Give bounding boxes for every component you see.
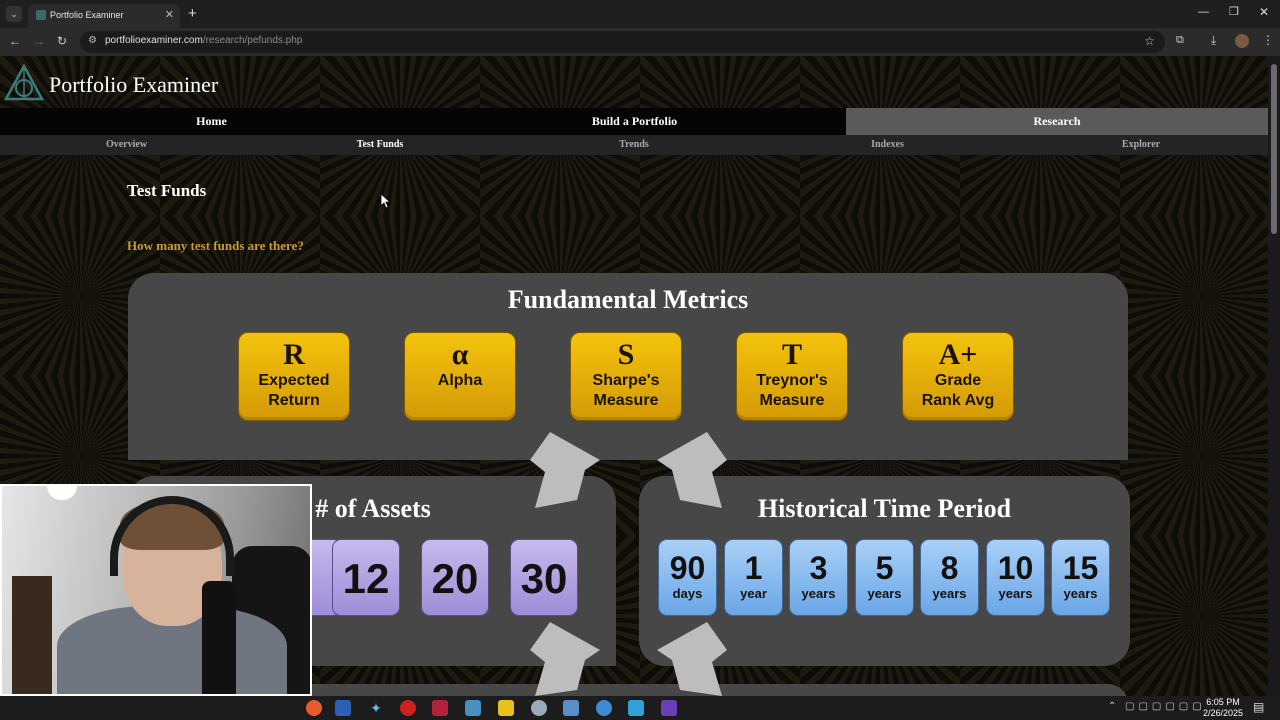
period-8-years: 8 years (920, 539, 979, 616)
arrow-down-right-2-icon (657, 622, 727, 696)
fundamental-metrics-panel: Fundamental Metrics R Expected Return α … (128, 273, 1128, 460)
browser-toolbar: ← → ↻ ⚙ portfolioexaminer.com/research/p… (0, 28, 1280, 56)
reload-icon[interactable]: ↻ (57, 34, 67, 48)
nav-research[interactable]: Research (846, 108, 1268, 135)
clock[interactable]: 6:05 PM 2/26/2025 (1200, 697, 1246, 719)
forward-icon[interactable]: → (33, 34, 45, 48)
back-icon[interactable]: ← (9, 34, 21, 48)
mouse-cursor-icon (381, 194, 391, 209)
minimize-icon[interactable]: — (1198, 6, 1209, 18)
page-scrollbar[interactable] (1268, 56, 1280, 696)
purple-app-icon[interactable] (661, 700, 677, 716)
assets-option-12: 12 (332, 539, 400, 616)
period-90-days: 90 days (658, 539, 717, 616)
browser-tab[interactable]: Portfolio Examiner ✕ (28, 4, 180, 28)
app-icon[interactable] (306, 700, 322, 716)
star-app-icon[interactable]: ✦ (368, 700, 384, 716)
assets-option-30: 30 (510, 539, 578, 616)
subnav-overview[interactable]: Overview (0, 135, 253, 155)
metric-alpha: α Alpha (404, 332, 516, 421)
metric-grade-rank: A+ Grade Rank Avg (902, 332, 1014, 421)
fundamental-metrics-title: Fundamental Metrics (507, 285, 749, 314)
sub-nav: Overview Test Funds Trends Indexes Explo… (0, 135, 1268, 155)
video-editor-icon[interactable] (432, 700, 448, 716)
tab-search-icon[interactable]: ⌄ (6, 6, 22, 22)
tray-chevron-icon[interactable]: ⌃ (1108, 701, 1116, 712)
word-icon[interactable] (335, 700, 351, 716)
site-info-icon[interactable]: ⚙ (88, 35, 97, 46)
notes-icon[interactable] (498, 700, 514, 716)
download-icon[interactable]: ⤓ (1211, 33, 1216, 48)
calculator-icon[interactable] (563, 700, 579, 716)
period-10-years: 10 years (986, 539, 1045, 616)
files-icon[interactable] (465, 700, 481, 716)
assets-option-20: 20 (421, 539, 489, 616)
browser-icon[interactable] (596, 700, 612, 716)
page-title: Test Funds (127, 181, 207, 200)
arrow-down-right-icon (657, 432, 727, 508)
tab-title: Portfolio Examiner (50, 10, 124, 20)
arrow-down-left-2-icon (530, 622, 600, 696)
period-3-years: 3 years (789, 539, 848, 616)
close-tab-icon[interactable]: ✕ (165, 8, 174, 21)
notifications-icon[interactable]: ▤ (1253, 700, 1264, 714)
browser-titlebar: ⌄ Portfolio Examiner ✕ + — ❐ ✕ (0, 0, 1280, 28)
record-icon[interactable] (400, 700, 416, 716)
maximize-icon[interactable]: ❐ (1229, 5, 1239, 18)
webcam-overlay (0, 484, 312, 696)
site-name[interactable]: Portfolio Examiner (49, 72, 218, 98)
window-close-icon[interactable]: ✕ (1259, 5, 1269, 19)
nav-build-portfolio[interactable]: Build a Portfolio (423, 108, 846, 135)
url-text: portfolioexaminer.com/research/pefunds.p… (105, 35, 303, 46)
period-5-years: 5 years (855, 539, 914, 616)
taskbar: ✦ ⌃ ▢▢▢▢▢▢ 6:05 PM 2/26/2025 ▤ (0, 696, 1280, 720)
metric-sharpe: S Sharpe's Measure (570, 332, 682, 421)
favicon-icon (36, 10, 46, 20)
tray-icons[interactable]: ▢▢▢▢▢▢ (1125, 701, 1206, 712)
chrome-icon[interactable] (531, 700, 547, 716)
period-15-years: 15 years (1051, 539, 1110, 616)
metric-treynor: T Treynor's Measure (736, 332, 848, 421)
subnav-indexes[interactable]: Indexes (761, 135, 1014, 155)
subnav-test-funds[interactable]: Test Funds (253, 135, 507, 155)
scrollbar-thumb[interactable] (1271, 64, 1277, 234)
period-1-year: 1 year (724, 539, 783, 616)
logo-icon[interactable] (4, 64, 44, 102)
arrow-down-left-icon (530, 432, 600, 508)
main-nav: Home Build a Portfolio Research (0, 108, 1268, 135)
new-tab-icon[interactable]: + (188, 5, 197, 22)
address-bar[interactable]: ⚙ portfolioexaminer.com/research/pefunds… (80, 31, 1165, 53)
nav-home[interactable]: Home (0, 108, 423, 135)
extensions-icon[interactable]: ⧉ (1176, 34, 1184, 47)
bookmark-star-icon[interactable]: ☆ (1144, 34, 1155, 48)
profile-avatar[interactable] (1235, 34, 1249, 48)
menu-kebab-icon[interactable]: ⋮ (1262, 33, 1274, 47)
subnav-explorer[interactable]: Explorer (1014, 135, 1268, 155)
metric-expected-return: R Expected Return (238, 332, 350, 421)
faq-question-link[interactable]: How many test funds are there? (127, 238, 304, 254)
subnav-trends[interactable]: Trends (507, 135, 761, 155)
yahoo-icon[interactable] (628, 700, 644, 716)
